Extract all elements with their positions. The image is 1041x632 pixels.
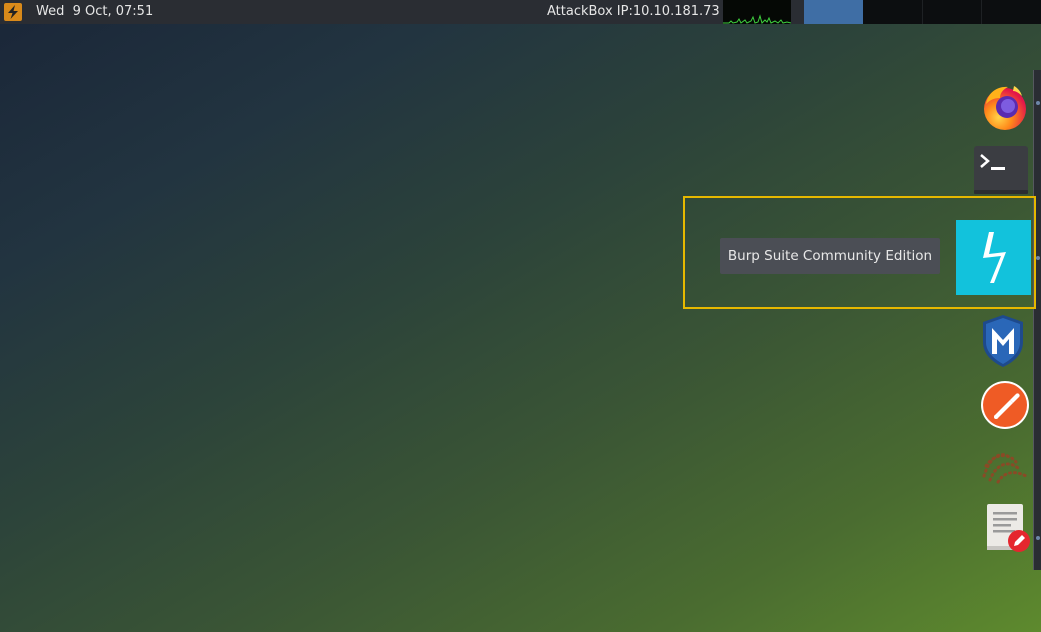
- app-menu-button[interactable]: [4, 3, 22, 21]
- workspace-2[interactable]: [863, 0, 1041, 24]
- dock-item-burp-suite[interactable]: [956, 220, 1031, 295]
- postman-icon: [981, 381, 1029, 429]
- workspace-separator: [981, 0, 982, 24]
- dock-item-proxy[interactable]: [980, 446, 1030, 486]
- top-panel: Wed 9 Oct, 07:51 AttackBox IP:10.10.181.…: [0, 0, 1041, 24]
- running-indicator: [1036, 536, 1040, 540]
- cpu-graph-icon: [723, 14, 791, 24]
- dock-item-metasploit[interactable]: [982, 314, 1024, 368]
- cpu-load-graph: [723, 0, 791, 24]
- clock[interactable]: Wed 9 Oct, 07:51: [36, 4, 153, 19]
- terminal-icon: [974, 146, 1028, 194]
- running-indicator: [1036, 256, 1040, 260]
- burp-suite-icon: [983, 232, 1006, 283]
- attackbox-ip-label: AttackBox IP:10.10.181.73: [547, 4, 720, 19]
- text-editor-icon: [987, 504, 1030, 552]
- dock-item-text-editor[interactable]: [984, 502, 1032, 554]
- proxy-icon: [982, 453, 1028, 484]
- dock-item-terminal[interactable]: [974, 146, 1028, 194]
- metasploit-icon: [983, 315, 1023, 367]
- running-indicator: [1036, 101, 1040, 105]
- dock-item-postman[interactable]: [980, 380, 1030, 430]
- dock-edge: [1033, 70, 1041, 570]
- workspace-separator: [922, 0, 923, 24]
- workspace-1[interactable]: [804, 0, 863, 24]
- dock-tooltip: Burp Suite Community Edition: [720, 238, 940, 274]
- dock-item-firefox[interactable]: [980, 82, 1030, 132]
- lightning-bolt-icon: [8, 5, 18, 19]
- firefox-icon: [984, 86, 1026, 130]
- desktop: Wed 9 Oct, 07:51 AttackBox IP:10.10.181.…: [0, 0, 1041, 632]
